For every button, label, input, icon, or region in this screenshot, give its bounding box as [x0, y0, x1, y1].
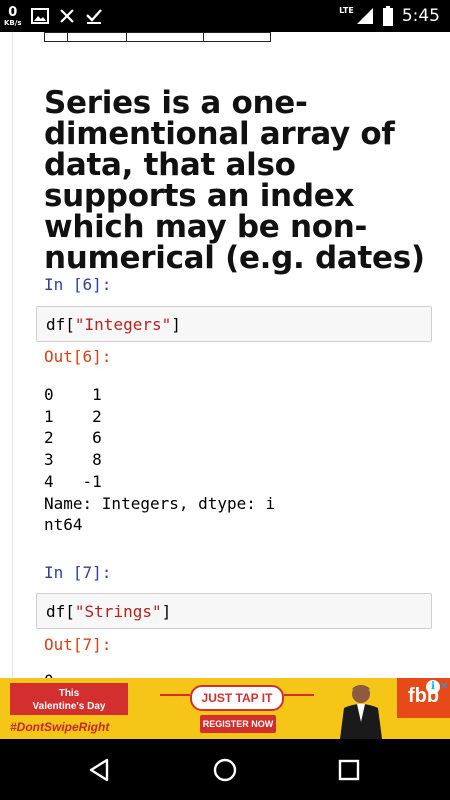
code-string: "Integers"	[74, 314, 172, 334]
cell-output: 0	[44, 670, 54, 678]
network-speed-value: 0	[8, 4, 18, 20]
code-cell[interactable]: df["Strings"]	[36, 593, 432, 629]
notebook-page[interactable]: Series is a one-dimentional array of dat…	[0, 32, 450, 678]
network-type-label: LTE	[339, 5, 354, 15]
status-right: LTE 5:45	[339, 0, 440, 32]
ad-model-image	[340, 685, 382, 739]
ad-cta-button[interactable]: JUST TAP IT	[190, 685, 284, 711]
code-text: ]	[171, 314, 181, 334]
status-left: 0 KB/s	[4, 0, 103, 32]
recents-icon	[338, 759, 360, 781]
home-icon	[213, 758, 237, 782]
network-speed-unit: KB/s	[4, 18, 22, 27]
code-text: ]	[161, 601, 172, 621]
arrow-left-icon	[160, 694, 190, 696]
table-cell	[203, 32, 271, 42]
home-button[interactable]	[208, 753, 242, 787]
table-cell	[126, 32, 204, 42]
download-done-icon	[86, 9, 103, 24]
input-prompt: In [6]:	[44, 275, 112, 294]
ad-info-icon[interactable]: i	[426, 680, 440, 694]
signal-icon	[356, 8, 373, 24]
ad-title-line: This	[58, 688, 80, 699]
table-cell	[44, 32, 68, 42]
ad-title: This Valentine's Day	[10, 683, 128, 715]
code-text: df[	[46, 601, 75, 621]
output-prompt: Out[6]:	[44, 347, 112, 366]
code-cell[interactable]: df["Integers"]	[36, 306, 432, 342]
ad-banner[interactable]: This Valentine's Day #DontSwipeRight JUS…	[0, 678, 450, 739]
ad-title-line: Valentine's Day	[32, 701, 106, 712]
ad-close-icon[interactable]: ✕	[440, 680, 450, 694]
recents-button[interactable]	[332, 753, 366, 787]
arrow-right-icon	[284, 694, 314, 696]
code-string: "Strings"	[74, 601, 162, 621]
battery-icon	[382, 6, 393, 26]
image-icon	[31, 8, 50, 24]
output-prompt: Out[7]:	[44, 635, 112, 654]
back-button[interactable]	[82, 753, 116, 787]
code-text: df[	[46, 314, 75, 334]
clock: 5:45	[401, 6, 440, 26]
navigation-bar	[0, 739, 450, 800]
table-cell	[67, 32, 127, 42]
input-prompt: In [7]:	[44, 563, 112, 582]
ad-hashtag: #DontSwipeRight	[10, 720, 110, 734]
dataframe-table-bottom	[44, 32, 271, 42]
ad-register-button[interactable]: REGISTER NOW	[200, 715, 276, 733]
cell-output: 0 1 1 2 2 6 3 8 4 -1 Name: Integers, dty…	[44, 385, 276, 535]
page-left-border	[12, 32, 13, 678]
status-bar: 0 KB/s LTE 5:45	[0, 0, 450, 32]
close-icon	[60, 9, 75, 23]
section-heading: Series is a one-dimentional array of dat…	[44, 85, 425, 276]
network-speed: 0 KB/s	[4, 6, 21, 27]
back-icon	[89, 758, 109, 782]
